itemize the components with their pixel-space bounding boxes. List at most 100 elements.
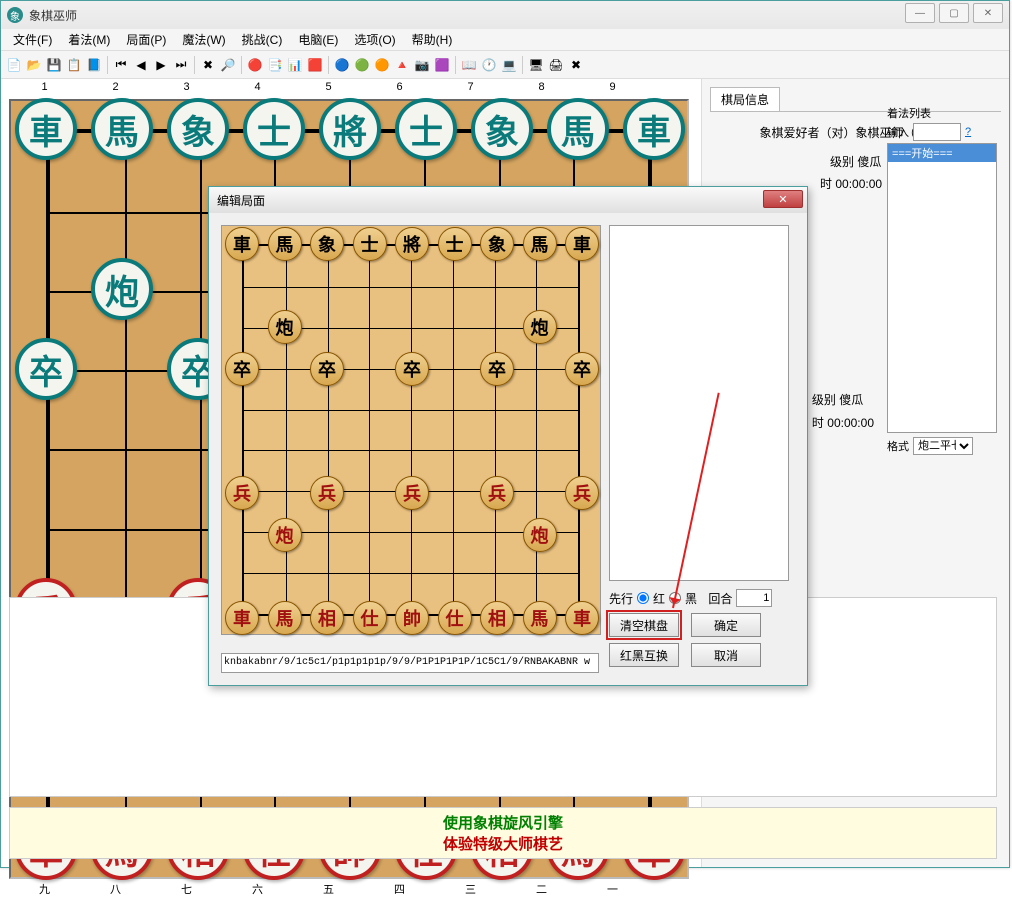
piece[interactable]: 炮 [523,310,557,344]
toolbar-button[interactable]: 🖥 [527,56,545,74]
piece[interactable]: 士 [353,227,387,261]
menu-challenge[interactable]: 挑战(C) [234,29,291,50]
menu-options[interactable]: 选项(O) [346,29,403,50]
piece[interactable]: 士 [395,98,457,160]
piece[interactable]: 車 [565,227,599,261]
fen-input[interactable]: knbakabnr/9/1c5c1/p1p1p1p1p/9/9/P1P1P1P1… [221,653,599,673]
piece[interactable]: 仕 [438,601,472,635]
toolbar-button[interactable]: 📄 [5,56,23,74]
piece[interactable]: 馬 [523,601,557,635]
file-labels-bottom: 九八七六五四三二一 [9,881,697,897]
piece[interactable]: 卒 [310,352,344,386]
minimize-button[interactable]: — [905,3,935,23]
toolbar-button[interactable]: 🖨 [547,56,565,74]
turn-spinner[interactable] [736,589,772,607]
dialog-piece-palette[interactable] [609,225,789,581]
piece[interactable]: 卒 [480,352,514,386]
toolbar-button[interactable]: 🕐 [480,56,498,74]
toolbar-button[interactable]: 🟠 [373,56,391,74]
toolbar-button[interactable]: 📋 [65,56,83,74]
piece[interactable]: 將 [395,227,429,261]
piece[interactable]: 馬 [547,98,609,160]
menu-computer[interactable]: 电脑(E) [290,29,346,50]
toolbar-button[interactable]: 🔵 [333,56,351,74]
toolbar-button[interactable]: ⏭ [172,56,190,74]
piece[interactable]: 卒 [395,352,429,386]
piece[interactable]: 象 [167,98,229,160]
piece[interactable]: 卒 [225,352,259,386]
help-link[interactable]: ? [965,126,971,138]
piece[interactable]: 車 [15,98,77,160]
move-input[interactable] [913,123,961,141]
toolbar-button[interactable]: 🟥 [306,56,324,74]
ad-banner[interactable]: 使用象棋旋风引擎 体验特级大师棋艺 [9,807,997,859]
close-button[interactable]: ✕ [973,3,1003,23]
tab-game-info[interactable]: 棋局信息 [710,87,780,111]
piece[interactable]: 卒 [15,338,77,400]
piece[interactable]: 卒 [565,352,599,386]
menu-help[interactable]: 帮助(H) [404,29,461,50]
toolbar-button[interactable]: 📘 [85,56,103,74]
piece[interactable]: 象 [480,227,514,261]
clear-board-button[interactable]: 清空棋盘 [609,613,679,637]
piece[interactable]: 車 [565,601,599,635]
piece[interactable]: 馬 [268,227,302,261]
piece[interactable]: 兵 [310,476,344,510]
piece[interactable]: 兵 [565,476,599,510]
piece[interactable]: 炮 [268,310,302,344]
piece[interactable]: 車 [225,227,259,261]
piece[interactable]: 馬 [523,227,557,261]
radio-red[interactable] [637,592,649,604]
ok-button[interactable]: 确定 [691,613,761,637]
piece[interactable]: 車 [225,601,259,635]
toolbar-button[interactable]: ◀ [132,56,150,74]
piece[interactable]: 炮 [523,518,557,552]
toolbar-button[interactable]: 📊 [286,56,304,74]
piece[interactable]: 相 [480,601,514,635]
menu-file[interactable]: 文件(F) [5,29,60,50]
toolbar-button[interactable]: 📑 [266,56,284,74]
move-start-marker[interactable]: ===开始=== [888,144,996,162]
toolbar-button[interactable]: 🔺 [393,56,411,74]
toolbar-button[interactable]: 📖 [460,56,478,74]
mini-board[interactable]: 車馬象士將士象馬車炮炮卒卒卒卒卒兵兵兵兵兵炮炮車馬相仕帥仕相馬車 [221,225,601,635]
dialog-close-button[interactable]: ✕ [763,190,803,208]
piece[interactable]: 士 [243,98,305,160]
piece[interactable]: 炮 [268,518,302,552]
toolbar-button[interactable]: 📷 [413,56,431,74]
toolbar-button[interactable]: 🔴 [246,56,264,74]
menu-position[interactable]: 局面(P) [118,29,174,50]
toolbar-button[interactable]: 🔎 [219,56,237,74]
piece[interactable]: 炮 [91,258,153,320]
toolbar-button[interactable]: ⏮ [112,56,130,74]
piece[interactable]: 兵 [225,476,259,510]
toolbar-button[interactable]: ✖ [567,56,585,74]
toolbar-button[interactable]: 🟢 [353,56,371,74]
piece[interactable]: 將 [319,98,381,160]
toolbar-button[interactable]: 💾 [45,56,63,74]
toolbar-button[interactable]: 🟪 [433,56,451,74]
piece[interactable]: 帥 [395,601,429,635]
menu-magic[interactable]: 魔法(W) [174,29,233,50]
piece[interactable]: 馬 [268,601,302,635]
toolbar-button[interactable]: ▶ [152,56,170,74]
format-select[interactable]: 炮二平七 [913,437,973,455]
piece[interactable]: 馬 [91,98,153,160]
cancel-button[interactable]: 取消 [691,643,761,667]
piece[interactable]: 士 [438,227,472,261]
toolbar-button[interactable]: ✖ [199,56,217,74]
menu-move[interactable]: 着法(M) [60,29,118,50]
piece[interactable]: 兵 [395,476,429,510]
piece[interactable]: 兵 [480,476,514,510]
move-list[interactable]: ===开始=== [887,143,997,433]
maximize-button[interactable]: ▢ [939,3,969,23]
piece[interactable]: 車 [623,98,685,160]
piece[interactable]: 象 [471,98,533,160]
piece[interactable]: 仕 [353,601,387,635]
toolbar-button[interactable]: 💻 [500,56,518,74]
dialog-titlebar[interactable]: 编辑局面 ✕ [209,187,807,213]
piece[interactable]: 象 [310,227,344,261]
swap-colors-button[interactable]: 红黑互换 [609,643,679,667]
piece[interactable]: 相 [310,601,344,635]
toolbar-button[interactable]: 📂 [25,56,43,74]
